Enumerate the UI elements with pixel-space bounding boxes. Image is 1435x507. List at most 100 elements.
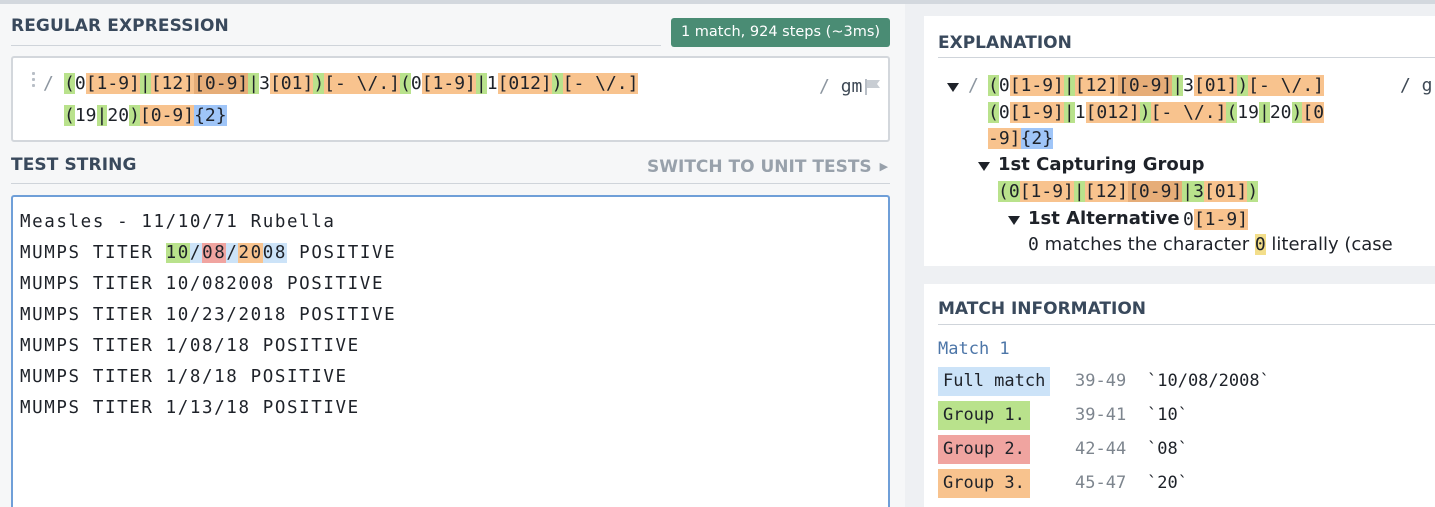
test-line-suffix: POSITIVE xyxy=(287,243,397,263)
regex-token: [12] xyxy=(1074,75,1119,96)
match-row-value: `08` xyxy=(1147,439,1188,459)
match-row-label: Full match xyxy=(938,367,1051,396)
test-divider xyxy=(11,183,890,184)
regex-token: 0 xyxy=(998,102,1010,123)
highlight-full: 08 xyxy=(262,243,288,263)
switch-link-label: SWITCH TO UNIT TESTS xyxy=(647,157,872,177)
regex-token: [01] xyxy=(269,73,314,94)
explanation-regex-line-1: (0[1-9]|[12][0-9]|3[01])[- \/.] xyxy=(988,74,1325,98)
regex-token: | xyxy=(1063,75,1075,96)
regex-token: 3 xyxy=(1183,75,1194,96)
regex-line-1: (0[1-9]|[12][0-9]|3[01])[- \/.](0[1-9]|1… xyxy=(64,72,639,96)
match-row-full[interactable]: Full match 39-49 `10/08/2008` xyxy=(938,367,1428,396)
match-row-range: 39-49 xyxy=(1075,371,1127,391)
regex-token: 20 xyxy=(1269,102,1292,123)
collapse-triangle-icon[interactable] xyxy=(978,162,990,171)
highlight-full: / xyxy=(226,243,239,263)
regex-token: [- \/.] xyxy=(1150,102,1227,123)
regex-token: ) xyxy=(551,73,563,94)
match-label[interactable]: Match 1 xyxy=(938,339,1010,359)
explanation-title: EXPLANATION xyxy=(938,33,1072,53)
regex-token: [0-9] xyxy=(139,105,195,126)
regex-token: 0 xyxy=(74,73,86,94)
regex-token: | xyxy=(96,105,108,126)
match-row-group-2[interactable]: Group 2. 42-44 `08` xyxy=(938,435,1428,464)
regex-token: ( xyxy=(988,75,999,96)
regex-token: | xyxy=(475,73,487,94)
regex-token: [- \/.] xyxy=(1248,75,1325,96)
regex-open-delimiter: / xyxy=(43,73,54,94)
test-line-prefix: MUMPS TITER xyxy=(20,243,166,263)
desc-highlight: 0 xyxy=(1254,234,1266,255)
test-line: MUMPS TITER 1/08/18 POSITIVE xyxy=(20,336,360,356)
switch-to-unit-tests-link[interactable]: SWITCH TO UNIT TESTS ▶ xyxy=(647,157,888,177)
regex-token: [12] xyxy=(1084,181,1129,202)
match-row-group-1[interactable]: Group 1. 39-41 `10` xyxy=(938,401,1428,430)
regex-token: | xyxy=(1258,102,1270,123)
regex-token: [1-9] xyxy=(1009,102,1064,123)
match-row-value: `10` xyxy=(1147,405,1188,425)
regex-token: {2} xyxy=(194,105,227,126)
test-line: MUMPS TITER 10/23/2018 POSITIVE xyxy=(20,305,397,325)
regex-token: [012] xyxy=(497,73,552,94)
regex-token: [1-9] xyxy=(85,73,140,94)
regex-token: ) xyxy=(129,105,140,126)
regex-token: [12] xyxy=(150,73,195,94)
highlight-group-2: 08 xyxy=(202,243,227,263)
match-row-group-3[interactable]: Group 3. 45-47 `20` xyxy=(938,469,1428,498)
test-line: MUMPS TITER 1/13/18 POSITIVE xyxy=(20,398,360,418)
test-line: MUMPS TITER 1/8/18 POSITIVE xyxy=(20,367,348,387)
regex-token: 3 xyxy=(1193,181,1204,202)
regex-token: 19 xyxy=(1237,102,1259,123)
test-line: MUMPS TITER 10/08/2008 POSITIVE xyxy=(20,243,396,263)
match-row-range: 39-41 xyxy=(1075,405,1127,425)
match-row-label: Group 3. xyxy=(938,469,1030,498)
match-row-value: `10/08/2008` xyxy=(1147,371,1270,391)
regex-token: [012] xyxy=(1085,102,1140,123)
regex-token: 0 xyxy=(410,73,422,94)
match-row-range: 42-44 xyxy=(1075,439,1127,459)
explanation-divider xyxy=(938,57,1435,58)
regex-token: | xyxy=(1172,75,1184,96)
regex-token: 19 xyxy=(74,105,97,126)
regex-token: [0-9] xyxy=(1128,181,1183,202)
collapse-triangle-icon[interactable] xyxy=(947,83,959,92)
capturing-group-pattern: (0[1-9]|[12][0-9]|3[01]) xyxy=(998,180,1259,204)
regex-input[interactable]: / (0[1-9]|[12][0-9]|3[01])[- \/.](0[1-9]… xyxy=(11,56,890,142)
test-string-text[interactable]: Measles - 11/10/71 Rubella MUMPS TITER 1… xyxy=(20,207,396,424)
highlight-group-1: 10 xyxy=(165,243,190,263)
alternative-heading: 1st Alternative xyxy=(1028,208,1180,229)
regex-token: ) xyxy=(313,73,325,94)
regex-token: ) xyxy=(1139,102,1151,123)
drag-handle-icon[interactable] xyxy=(32,72,36,89)
test-line: Measles - 11/10/71 Rubella xyxy=(20,212,336,232)
test-section-title: TEST STRING xyxy=(11,155,137,175)
collapse-triangle-icon[interactable] xyxy=(1008,216,1020,225)
regex-token: [0 xyxy=(1302,102,1325,123)
regex-token: [1-9] xyxy=(1009,75,1064,96)
flag-icon[interactable] xyxy=(863,78,883,96)
test-string-editor[interactable]: Measles - 11/10/71 Rubella MUMPS TITER 1… xyxy=(11,195,890,507)
highlight-full: / xyxy=(189,243,203,263)
regex-divider xyxy=(11,45,661,46)
regex-token: [1-9] xyxy=(421,73,476,94)
explanation-trailing-flags: / g xyxy=(1400,75,1433,96)
regex-token: ( xyxy=(400,73,411,94)
regex-token: | xyxy=(1073,181,1085,202)
caret-right-icon: ▶ xyxy=(879,160,889,173)
regex-token: | xyxy=(248,73,260,94)
regex-flags[interactable]: / gm xyxy=(819,76,862,97)
desc-char: 0 xyxy=(1028,234,1039,255)
regex-token: 1 xyxy=(486,73,498,94)
match-info-title: MATCH INFORMATION xyxy=(938,299,1147,319)
editor-panel: REGULAR EXPRESSION 1 match, 924 steps (~… xyxy=(0,4,905,507)
match-row-label: Group 1. xyxy=(938,401,1030,430)
explanation-regex-line-2: (0[1-9]|1[012])[- \/.](19|20)[0 xyxy=(988,101,1325,125)
regex-token: 0 xyxy=(998,75,1010,96)
match-count-badge: 1 match, 924 steps (~3ms) xyxy=(671,18,890,47)
alternative-pattern: 0[1-9] xyxy=(1183,208,1249,232)
match-row-value: `20` xyxy=(1147,473,1188,493)
test-line: MUMPS TITER 10/082008 POSITIVE xyxy=(20,274,385,294)
regex-close-delimiter: / xyxy=(819,76,830,97)
regex-token: [0-9] xyxy=(1118,75,1173,96)
